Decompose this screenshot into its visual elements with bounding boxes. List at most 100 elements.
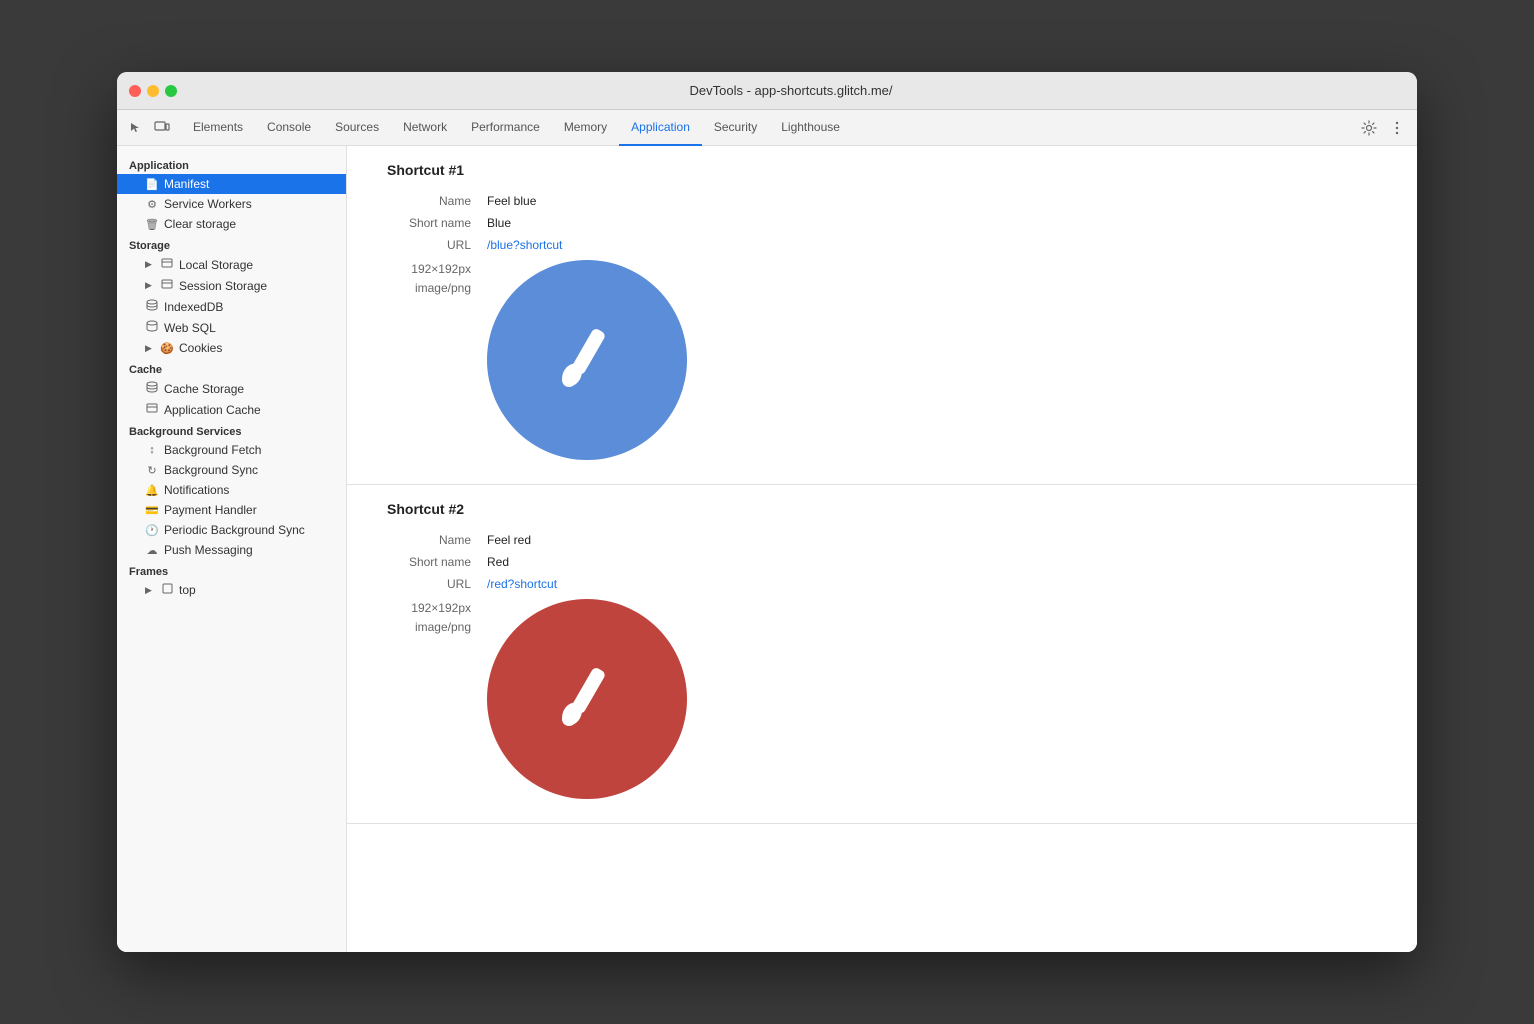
sidebar: Application 📄 Manifest ⚙ Service Workers… — [117, 146, 347, 952]
paintbrush-svg-red — [547, 659, 627, 739]
session-storage-icon — [160, 278, 174, 293]
sidebar-item-periodic-background-sync[interactable]: 🕐 Periodic Background Sync — [117, 520, 346, 540]
sidebar-item-cookies[interactable]: ▶ 🍪 Cookies — [117, 338, 346, 358]
clear-storage-icon: 🗑 — [145, 218, 159, 231]
cursor-icon[interactable] — [125, 117, 147, 139]
sidebar-section-storage: Storage — [117, 234, 346, 254]
sidebar-item-web-sql[interactable]: Web SQL — [117, 317, 346, 338]
shortcut-1-image-type: image/png — [387, 279, 471, 298]
main-area: Application 📄 Manifest ⚙ Service Workers… — [117, 146, 1417, 952]
sidebar-section-application: Application — [117, 154, 346, 174]
sidebar-item-payment-handler[interactable]: 💳 Payment Handler — [117, 500, 346, 520]
sidebar-section-frames: Frames — [117, 560, 346, 580]
shortcut-2-image-container — [487, 599, 687, 799]
shortcut-1-url-value[interactable]: /blue?shortcut — [487, 238, 562, 252]
arrow-icon: ▶ — [145, 259, 155, 270]
shortcut-2-name-row: Name Feel red — [387, 533, 1377, 547]
cookies-icon: 🍪 — [160, 342, 174, 355]
tab-bar-icons — [125, 117, 173, 139]
more-options-icon[interactable] — [1385, 116, 1409, 140]
sidebar-item-local-storage[interactable]: ▶ Local Storage — [117, 254, 346, 275]
settings-icon[interactable] — [1357, 116, 1381, 140]
titlebar: DevTools - app-shortcuts.glitch.me/ — [117, 72, 1417, 110]
arrow-icon: ▶ — [145, 343, 155, 354]
shortcut-1-image-row: 192×192px image/png — [387, 260, 1377, 460]
shortcut-1-title: Shortcut #1 — [387, 162, 1377, 178]
minimize-button[interactable] — [147, 85, 159, 97]
shortcut-2-image-row: 192×192px image/png — [387, 599, 1377, 799]
push-messaging-icon: ☁ — [145, 544, 159, 557]
sidebar-item-application-cache[interactable]: Application Cache — [117, 399, 346, 420]
shortcut-1-url-row: URL /blue?shortcut — [387, 238, 1377, 252]
window-title: DevTools - app-shortcuts.glitch.me/ — [177, 83, 1405, 98]
service-workers-icon: ⚙ — [145, 198, 159, 211]
indexeddb-icon — [145, 299, 159, 314]
frame-icon — [160, 583, 174, 597]
sidebar-item-push-messaging[interactable]: ☁ Push Messaging — [117, 540, 346, 560]
sidebar-item-manifest[interactable]: 📄 Manifest — [117, 174, 346, 194]
shortcut-1-image-container — [487, 260, 687, 460]
tab-memory[interactable]: Memory — [552, 110, 619, 146]
tab-console[interactable]: Console — [255, 110, 323, 146]
shortcut-2-image-size: 192×192px — [387, 599, 471, 618]
content-area: Shortcut #1 Name Feel blue Short name Bl… — [347, 146, 1417, 952]
shortcut-1-name-row: Name Feel blue — [387, 194, 1377, 208]
shortcut-2-short-name-label: Short name — [387, 555, 487, 569]
sidebar-section-background-services: Background Services — [117, 420, 346, 440]
shortcut-2-name-value: Feel red — [487, 533, 531, 547]
web-sql-icon — [145, 320, 159, 335]
shortcut-1-section: Shortcut #1 Name Feel blue Short name Bl… — [347, 146, 1417, 485]
maximize-button[interactable] — [165, 85, 177, 97]
shortcut-1-short-name-row: Short name Blue — [387, 216, 1377, 230]
tab-network[interactable]: Network — [391, 110, 459, 146]
manifest-icon: 📄 — [145, 178, 159, 191]
shortcut-1-name-label: Name — [387, 194, 487, 208]
shortcut-2-url-row: URL /red?shortcut — [387, 577, 1377, 591]
application-cache-icon — [145, 402, 159, 417]
shortcut-2-image-labels: 192×192px image/png — [387, 599, 487, 799]
local-storage-icon — [160, 257, 174, 272]
sidebar-item-clear-storage[interactable]: 🗑 Clear storage — [117, 214, 346, 234]
payment-handler-icon: 💳 — [145, 504, 159, 517]
sidebar-item-session-storage[interactable]: ▶ Session Storage — [117, 275, 346, 296]
sidebar-item-top[interactable]: ▶ top — [117, 580, 346, 600]
notifications-icon: 🔔 — [145, 484, 159, 497]
background-fetch-icon: ↕ — [145, 444, 159, 456]
tab-bar: Elements Console Sources Network Perform… — [117, 110, 1417, 146]
sidebar-item-cache-storage[interactable]: Cache Storage — [117, 378, 346, 399]
device-icon[interactable] — [151, 117, 173, 139]
shortcut-1-short-name-value: Blue — [487, 216, 511, 230]
cache-storage-icon — [145, 381, 159, 396]
shortcut-2-section: Shortcut #2 Name Feel red Short name Red… — [347, 485, 1417, 824]
shortcut-1-image-size: 192×192px — [387, 260, 471, 279]
tab-security[interactable]: Security — [702, 110, 769, 146]
tab-application[interactable]: Application — [619, 110, 702, 146]
shortcut-2-short-name-row: Short name Red — [387, 555, 1377, 569]
tab-sources[interactable]: Sources — [323, 110, 391, 146]
shortcut-1-image — [487, 260, 687, 460]
tab-settings-area — [1357, 116, 1409, 140]
shortcut-2-url-value[interactable]: /red?shortcut — [487, 577, 557, 591]
shortcut-2-short-name-value: Red — [487, 555, 509, 569]
sidebar-item-service-workers[interactable]: ⚙ Service Workers — [117, 194, 346, 214]
sidebar-section-cache: Cache — [117, 358, 346, 378]
arrow-icon: ▶ — [145, 280, 155, 291]
shortcut-2-name-label: Name — [387, 533, 487, 547]
background-sync-icon: ↻ — [145, 464, 159, 477]
tab-performance[interactable]: Performance — [459, 110, 552, 146]
close-button[interactable] — [129, 85, 141, 97]
devtools-container: Elements Console Sources Network Perform… — [117, 110, 1417, 952]
shortcut-1-image-labels: 192×192px image/png — [387, 260, 487, 460]
traffic-lights — [129, 85, 177, 97]
shortcut-2-image — [487, 599, 687, 799]
sidebar-item-background-fetch[interactable]: ↕ Background Fetch — [117, 440, 346, 460]
shortcut-2-url-label: URL — [387, 577, 487, 591]
tab-elements[interactable]: Elements — [181, 110, 255, 146]
sidebar-item-indexeddb[interactable]: IndexedDB — [117, 296, 346, 317]
sidebar-item-background-sync[interactable]: ↻ Background Sync — [117, 460, 346, 480]
shortcut-1-short-name-label: Short name — [387, 216, 487, 230]
arrow-icon: ▶ — [145, 585, 155, 596]
sidebar-item-notifications[interactable]: 🔔 Notifications — [117, 480, 346, 500]
tab-lighthouse[interactable]: Lighthouse — [769, 110, 852, 146]
shortcut-2-title: Shortcut #2 — [387, 501, 1377, 517]
